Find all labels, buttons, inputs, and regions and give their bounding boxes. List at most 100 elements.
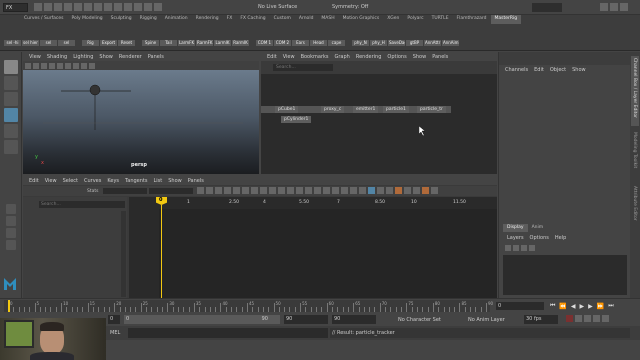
shelf-tab-rigging[interactable]: Rigging (136, 15, 161, 24)
render-icon[interactable] (144, 3, 152, 11)
graph-menu-tangents[interactable]: Tangents (125, 178, 147, 184)
node-menu-graph[interactable]: Graph (335, 54, 350, 60)
normalize-icon[interactable] (350, 187, 357, 194)
graph-menu-curves[interactable]: Curves (84, 178, 101, 184)
shelf-button[interactable]: AnnAim (442, 40, 459, 46)
denormalize-icon[interactable] (359, 187, 366, 194)
shelf-tab-flamthrazard[interactable]: Flamthrazard (453, 15, 491, 24)
graph-menu-edit[interactable]: Edit (29, 178, 39, 184)
shelf-button[interactable]: Export (100, 40, 117, 46)
shelf-tab-masterrig[interactable]: MasterRig (490, 15, 522, 24)
side-tab-attribute-editor[interactable]: Attribute Editor (631, 184, 639, 234)
play-forward-icon[interactable]: ▶ (580, 303, 585, 310)
layout-two-icon[interactable] (5, 228, 16, 238)
viewport-canvas[interactable]: x y persp (23, 70, 259, 174)
step-forward-key-icon[interactable]: ⏩ (597, 303, 604, 310)
viewport-menu-view[interactable]: View (29, 54, 41, 60)
symmetry-field[interactable]: Symmetry: Off (332, 4, 368, 10)
shelf-tab-rendering[interactable]: Rendering (192, 15, 223, 24)
graph-menu-panels[interactable]: Panels (188, 178, 204, 184)
step-forward-frame-icon[interactable]: ▶ (588, 303, 593, 310)
graph-canvas[interactable]: 0 1 2.50 4 5.50 7 8.50 10 11.50 0 (129, 197, 497, 298)
graph-search-input[interactable]: Search... (39, 201, 125, 208)
character-set-dropdown[interactable]: No Character Set (398, 317, 441, 323)
node-menu-bookmarks[interactable]: Bookmarks (301, 54, 329, 60)
current-frame-field[interactable]: 0 (496, 302, 544, 310)
shelf-tab-polyarc[interactable]: Polyarc (403, 15, 427, 24)
open-scene-icon[interactable] (44, 3, 52, 11)
new-layer-selected-icon[interactable] (513, 245, 519, 251)
node-menu-edit[interactable]: Edit (267, 54, 277, 60)
layer-tab-display[interactable]: Display (503, 224, 528, 232)
camera-select-icon[interactable] (25, 62, 31, 69)
insert-key-icon[interactable] (206, 187, 213, 194)
select-hierarchy-icon[interactable] (84, 3, 92, 11)
trax-editor-icon[interactable] (404, 187, 411, 194)
shelf-tab-curves[interactable]: Curves / Surfaces (20, 15, 68, 24)
channel-menu-edit[interactable]: Edit (534, 67, 544, 73)
wireframe-icon[interactable] (33, 62, 39, 69)
snap-point-icon[interactable] (134, 3, 142, 11)
loop-icon[interactable] (593, 315, 600, 322)
pre-infinity-icon[interactable] (422, 187, 429, 194)
node-menu-show[interactable]: Show (413, 54, 427, 60)
shelf-tab-fx-caching[interactable]: FX Caching (236, 15, 269, 24)
minimize-icon[interactable] (600, 3, 608, 11)
shelf-button[interactable]: sel Lhar (40, 40, 57, 46)
frame-all-icon[interactable] (224, 187, 231, 194)
playback-prefs-icon[interactable] (602, 315, 609, 322)
shelf-tab-custom[interactable]: Custom (270, 15, 295, 24)
xray-icon[interactable] (81, 62, 87, 69)
shelf-button[interactable]: AnnAttr (424, 40, 441, 46)
viewport-menu-renderer[interactable]: Renderer (119, 54, 142, 60)
select-component-icon[interactable] (104, 3, 112, 11)
rotate-tool-icon[interactable] (3, 124, 18, 138)
search-field[interactable] (532, 3, 562, 12)
maximize-icon[interactable] (610, 3, 618, 11)
viewport-menu-lighting[interactable]: Lighting (73, 54, 93, 60)
graph-menu-keys[interactable]: Keys (107, 178, 119, 184)
retime-icon[interactable] (413, 187, 420, 194)
range-slider[interactable]: 0 90 (124, 315, 280, 324)
paint-select-icon[interactable] (3, 92, 18, 106)
swap-buffer-icon[interactable] (341, 187, 348, 194)
node-particle-tracker[interactable]: particle_tr (417, 106, 446, 113)
node-graph-area[interactable]: pCube1 proxy_c emitter1 particle1 partic… (261, 74, 497, 174)
viewport-menu-shading[interactable]: Shading (47, 54, 67, 60)
shadows-icon[interactable] (65, 62, 71, 69)
move-key-icon[interactable] (197, 187, 204, 194)
shelf-button[interactable]: LarmIK (214, 40, 231, 46)
node-particle[interactable]: particle1 (383, 106, 409, 113)
shelf-button[interactable]: sel -hi (4, 40, 21, 46)
anim-layer-dropdown[interactable]: No Anim Layer (468, 317, 505, 323)
redo-icon[interactable] (74, 3, 82, 11)
isolate-icon[interactable] (73, 62, 79, 69)
shelf-button[interactable]: sel Rhar (58, 40, 75, 46)
timeline-playhead[interactable] (8, 300, 10, 312)
plateau-tangent-icon[interactable] (296, 187, 303, 194)
step-tangent-icon[interactable] (287, 187, 294, 194)
stats-field-2[interactable] (149, 188, 193, 194)
lasso-tool-icon[interactable] (3, 76, 18, 90)
auto-key-icon[interactable] (566, 315, 573, 322)
shelf-button[interactable]: cape (328, 40, 345, 46)
shelf-button[interactable]: Spine (142, 40, 159, 46)
mode-selector[interactable]: FX (3, 3, 28, 12)
stats-field-1[interactable] (103, 188, 147, 194)
viewport-menu-show[interactable]: Show (99, 54, 113, 60)
shelf-tab-mash[interactable]: MASH (317, 15, 338, 24)
go-to-start-icon[interactable]: ⏮ (550, 302, 555, 310)
value-snap-icon[interactable] (386, 187, 393, 194)
shelf-tab-xgen[interactable]: XGen (383, 15, 403, 24)
shelf-button[interactable]: phy_N (352, 40, 369, 46)
key-stats-icon[interactable] (368, 187, 375, 194)
layer-menu-options[interactable]: Options (530, 235, 549, 241)
live-surface-field[interactable]: No Live Surface (258, 4, 297, 10)
graph-menu-list[interactable]: List (153, 178, 162, 184)
step-back-frame-icon[interactable]: ◀ (571, 303, 576, 310)
node-menu-options[interactable]: Options (387, 54, 406, 60)
snapshot-buffer-icon[interactable] (332, 187, 339, 194)
node-search-input[interactable]: Search... (273, 64, 333, 71)
post-infinity-icon[interactable] (431, 187, 438, 194)
range-outer-end-field[interactable]: 90 (332, 315, 376, 324)
